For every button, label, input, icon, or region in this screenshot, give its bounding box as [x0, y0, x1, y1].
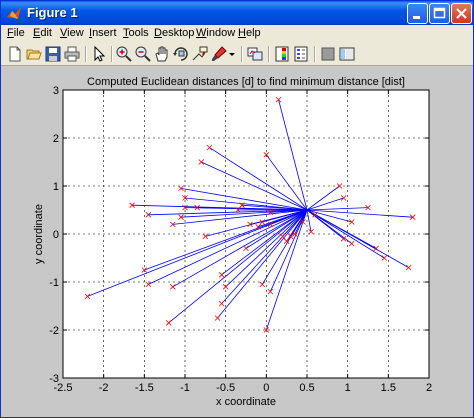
maximize-icon	[433, 7, 446, 19]
x-tick-label: 0.5	[299, 382, 314, 394]
zoom-out-icon[interactable]	[134, 45, 152, 63]
window-title: Figure 1	[27, 5, 78, 20]
insert-colorbar-icon[interactable]	[273, 45, 291, 63]
menu-view[interactable]: View	[60, 27, 84, 39]
brush-dropdown-icon[interactable]	[227, 45, 237, 63]
menu-bar: File Edit View Insert Tools Desktop Wind…	[1, 25, 473, 43]
show-plot-tools-icon[interactable]	[338, 45, 356, 63]
y-tick-label: 3	[53, 85, 59, 97]
figure-toolbar	[1, 43, 473, 66]
brush-icon[interactable]	[210, 45, 228, 63]
x-tick-label: 2	[426, 382, 432, 394]
insert-legend-icon[interactable]	[292, 45, 310, 63]
menu-edit[interactable]: Edit	[33, 27, 52, 39]
x-tick-label: -2	[99, 382, 109, 394]
y-tick-label: -1	[49, 277, 59, 289]
x-tick-label: 0	[263, 382, 269, 394]
close-button[interactable]	[451, 3, 472, 24]
matlab-icon	[7, 7, 21, 19]
x-tick-label: -1.5	[135, 382, 154, 394]
chart-title: Computed Euclidean distances [d] to find…	[87, 76, 405, 88]
hide-plot-tools-icon[interactable]	[319, 45, 337, 63]
plot-canvas[interactable]: Computed Euclidean distances [d] to find…	[0, 65, 472, 416]
toolbar-separator	[111, 46, 113, 62]
data-cursor-icon[interactable]	[191, 45, 209, 63]
y-tick-label: 1	[53, 181, 59, 193]
save-icon[interactable]	[44, 45, 62, 63]
y-tick-label: 2	[53, 133, 59, 145]
pan-hand-icon[interactable]	[153, 45, 171, 63]
close-icon	[456, 8, 467, 19]
minimize-button[interactable]	[407, 3, 428, 24]
new-figure-icon[interactable]	[6, 45, 24, 63]
zoom-in-icon[interactable]	[115, 45, 133, 63]
x-tick-label: -0.5	[216, 382, 235, 394]
toolbar-separator	[268, 46, 270, 62]
menu-tools[interactable]: Tools	[123, 27, 149, 39]
toolbar-separator	[85, 46, 87, 62]
title-bar[interactable]: Figure 1	[1, 1, 473, 25]
menu-file[interactable]: File	[7, 27, 25, 39]
toolbar-separator	[241, 46, 243, 62]
link-plot-icon[interactable]	[246, 45, 264, 63]
x-tick-label: -1	[180, 382, 190, 394]
open-file-icon[interactable]	[25, 45, 43, 63]
rotate-3d-icon[interactable]	[172, 45, 190, 63]
toolbar-separator	[314, 46, 316, 62]
y-tick-label: -3	[49, 373, 59, 385]
menu-insert[interactable]: Insert	[89, 27, 117, 39]
menu-help[interactable]: Help	[238, 27, 261, 39]
x-axis-label: x coordinate	[216, 396, 276, 408]
y-tick-label: 0	[53, 229, 59, 241]
edit-plot-arrow-icon[interactable]	[90, 45, 108, 63]
y-axis-label: y coordinate	[33, 204, 45, 264]
print-icon[interactable]	[63, 45, 81, 63]
x-tick-label: 1.5	[381, 382, 396, 394]
minimize-icon	[413, 16, 420, 19]
y-tick-label: -2	[49, 325, 59, 337]
maximize-button[interactable]	[429, 3, 450, 24]
menu-window[interactable]: Window	[196, 27, 235, 39]
menu-desktop[interactable]: Desktop	[154, 27, 194, 39]
x-tick-label: 1	[345, 382, 351, 394]
